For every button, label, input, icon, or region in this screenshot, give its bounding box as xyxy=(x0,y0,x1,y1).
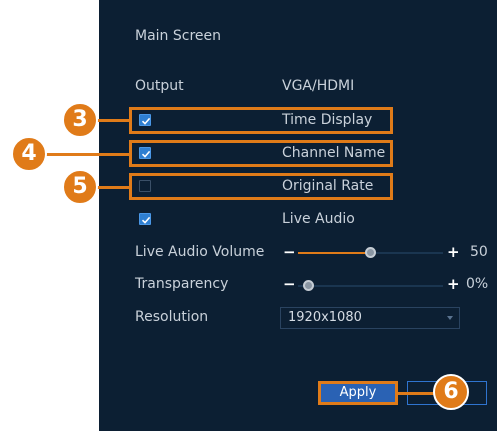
callout-leader-6 xyxy=(398,392,434,395)
callout-badge-3: 3 xyxy=(62,102,98,138)
transparency-slider-thumb[interactable] xyxy=(302,280,314,291)
transparency-label: Transparency xyxy=(135,276,229,292)
callout-leader-3 xyxy=(96,119,130,122)
transparency-value: 0% xyxy=(466,276,489,292)
apply-button[interactable]: Apply xyxy=(318,381,398,405)
resolution-select[interactable]: 1920x1080 xyxy=(280,307,460,329)
volume-slider-thumb[interactable] xyxy=(365,247,376,258)
output-label: Output xyxy=(135,78,184,94)
page-title: Main Screen xyxy=(135,28,222,44)
highlight-channel-name xyxy=(129,140,393,167)
transparency-increase-button[interactable]: + xyxy=(447,276,460,292)
live-audio-label: Live Audio xyxy=(282,211,355,227)
transparency-decrease-button[interactable]: − xyxy=(283,276,296,292)
callout-leader-5 xyxy=(96,186,130,189)
callout-badge-5: 5 xyxy=(62,169,98,205)
volume-increase-button[interactable]: + xyxy=(447,244,460,260)
volume-slider-fill xyxy=(298,252,371,254)
resolution-label: Resolution xyxy=(135,309,209,325)
check-icon xyxy=(141,216,151,224)
callout-badge-4: 4 xyxy=(11,136,47,172)
chevron-down-icon xyxy=(447,316,453,320)
highlight-time-display xyxy=(129,107,393,134)
callout-leader-4 xyxy=(46,153,130,156)
live-audio-checkbox[interactable] xyxy=(139,213,151,225)
callout-badge-6: 6 xyxy=(433,374,469,410)
highlight-original-rate xyxy=(129,173,393,200)
volume-decrease-button[interactable]: − xyxy=(283,244,296,260)
volume-value: 50 xyxy=(470,244,488,260)
output-value: VGA/HDMI xyxy=(282,78,355,94)
live-audio-volume-label: Live Audio Volume xyxy=(135,244,265,260)
resolution-selected-value: 1920x1080 xyxy=(288,310,362,325)
transparency-slider-track[interactable] xyxy=(298,285,443,287)
